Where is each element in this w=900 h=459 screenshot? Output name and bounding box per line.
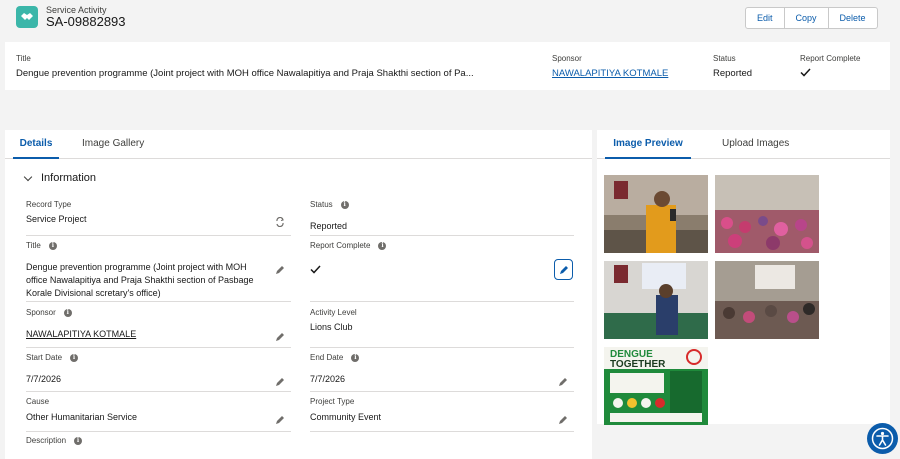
gallery-image-2[interactable] xyxy=(715,175,819,253)
section-title: Information xyxy=(41,172,97,184)
pencil-icon[interactable] xyxy=(558,377,568,387)
pencil-icon[interactable] xyxy=(275,415,285,425)
field-label: Activity Level xyxy=(310,308,357,317)
field-label: End Date xyxy=(310,353,344,362)
field-start-date: Start Date i 7/7/2026 xyxy=(26,353,291,392)
field-label: Project Type xyxy=(310,397,355,406)
field-project-type: Project Type Community Event xyxy=(310,397,574,432)
action-button-group: Edit Copy Delete xyxy=(745,7,878,29)
highlight-report-complete-label: Report Complete xyxy=(800,54,861,63)
field-value: 7/7/2026 xyxy=(310,374,346,384)
copy-button[interactable]: Copy xyxy=(784,8,829,28)
field-value: Lions Club xyxy=(310,322,353,332)
field-end-date: End Date i 7/7/2026 xyxy=(310,353,574,392)
highlight-title-label: Title xyxy=(16,54,31,63)
field-status: Status i Reported xyxy=(310,200,574,236)
field-title: Title i Dengue prevention programme (Join… xyxy=(26,241,291,302)
highlight-status-label: Status xyxy=(713,54,736,63)
info-icon[interactable]: i xyxy=(378,241,387,250)
checkmark-icon xyxy=(800,68,860,80)
field-value: 7/7/2026 xyxy=(26,374,62,384)
highlight-sponsor-link[interactable]: NAWALAPITIYA KOTMALE xyxy=(552,68,668,79)
record-name: SA-09882893 xyxy=(46,14,126,29)
field-value: Community Event xyxy=(310,412,382,422)
highlight-title-value: Dengue prevention programme (Joint proje… xyxy=(16,68,474,79)
field-value: Other Humanitarian Service xyxy=(26,412,138,422)
chevron-down-icon xyxy=(23,172,33,181)
field-value: Reported xyxy=(310,221,348,231)
field-label: Cause xyxy=(26,397,50,406)
tab-details[interactable]: Details xyxy=(13,138,59,159)
preview-tabs: Image Preview Upload Images xyxy=(597,130,890,159)
highlight-report-complete: Report Complete xyxy=(800,54,860,80)
pencil-icon[interactable] xyxy=(275,265,285,275)
field-record-type: Record Type Service Project xyxy=(26,200,291,236)
tab-image-gallery[interactable]: Image Gallery xyxy=(82,138,144,159)
field-description: Description i xyxy=(26,436,83,445)
highlight-sponsor-label: Sponsor xyxy=(552,54,582,63)
field-label: Title xyxy=(26,241,41,250)
info-icon[interactable]: i xyxy=(351,353,360,362)
record-header: Service Activity SA-09882893 Edit Copy D… xyxy=(0,0,900,40)
field-cause: Cause Other Humanitarian Service xyxy=(26,397,291,432)
info-icon[interactable]: i xyxy=(70,353,79,362)
edit-button[interactable]: Edit xyxy=(746,8,785,28)
gallery-image-5-poster[interactable]: DENGUE TOGETHER xyxy=(604,347,708,425)
edit-report-complete-button[interactable] xyxy=(554,259,573,280)
highlight-status-value: Reported xyxy=(713,68,753,79)
handshake-icon xyxy=(16,6,38,28)
pencil-icon[interactable] xyxy=(275,332,285,342)
field-label: Description xyxy=(26,436,67,445)
highlight-status: Status Reported xyxy=(713,54,752,79)
field-label: Start Date xyxy=(26,353,63,362)
highlight-sponsor: Sponsor NAWALAPITIYA KOTMALE xyxy=(552,54,668,79)
field-label: Report Complete xyxy=(310,241,371,250)
field-value: Dengue prevention programme (Joint proje… xyxy=(26,262,254,298)
gallery-image-1[interactable] xyxy=(604,175,708,253)
pencil-icon[interactable] xyxy=(275,377,285,387)
field-report-complete: Report Complete i xyxy=(310,241,574,302)
info-icon[interactable]: i xyxy=(74,436,83,445)
delete-button[interactable]: Delete xyxy=(828,8,877,28)
pencil-icon[interactable] xyxy=(558,415,568,425)
details-tabs: Details Image Gallery xyxy=(5,130,592,159)
accessibility-button[interactable] xyxy=(867,423,898,454)
change-record-type-icon[interactable] xyxy=(275,217,285,227)
field-label: Sponsor xyxy=(26,308,56,317)
sponsor-link[interactable]: NAWALAPITIYA KOTMALE xyxy=(26,328,136,341)
info-icon[interactable]: i xyxy=(48,241,57,250)
field-value: Service Project xyxy=(26,214,87,224)
image-preview-panel: Image Preview Upload Images DENGUE TOGET… xyxy=(597,130,890,425)
tab-upload-images[interactable]: Upload Images xyxy=(722,138,789,159)
gallery-image-4[interactable] xyxy=(715,261,819,339)
info-icon[interactable]: i xyxy=(63,308,72,317)
poster-line-2: TOGETHER xyxy=(610,359,666,370)
gallery-image-3[interactable] xyxy=(604,261,708,339)
checkmark-icon xyxy=(310,265,321,274)
field-label: Record Type xyxy=(26,200,72,209)
section-information-toggle[interactable]: Information xyxy=(23,172,97,184)
field-sponsor: Sponsor i NAWALAPITIYA KOTMALE xyxy=(26,308,291,348)
accessibility-icon xyxy=(871,427,894,450)
info-icon[interactable]: i xyxy=(340,200,349,209)
pencil-icon xyxy=(559,265,568,274)
field-activity-level: Activity Level Lions Club xyxy=(310,308,574,348)
details-panel: Details Image Gallery Information Record… xyxy=(5,130,592,459)
highlight-title: Title Dengue prevention programme (Joint… xyxy=(16,54,536,79)
field-label: Status xyxy=(310,200,333,209)
tab-image-preview[interactable]: Image Preview xyxy=(605,138,691,159)
highlights-panel: Title Dengue prevention programme (Joint… xyxy=(5,42,890,90)
